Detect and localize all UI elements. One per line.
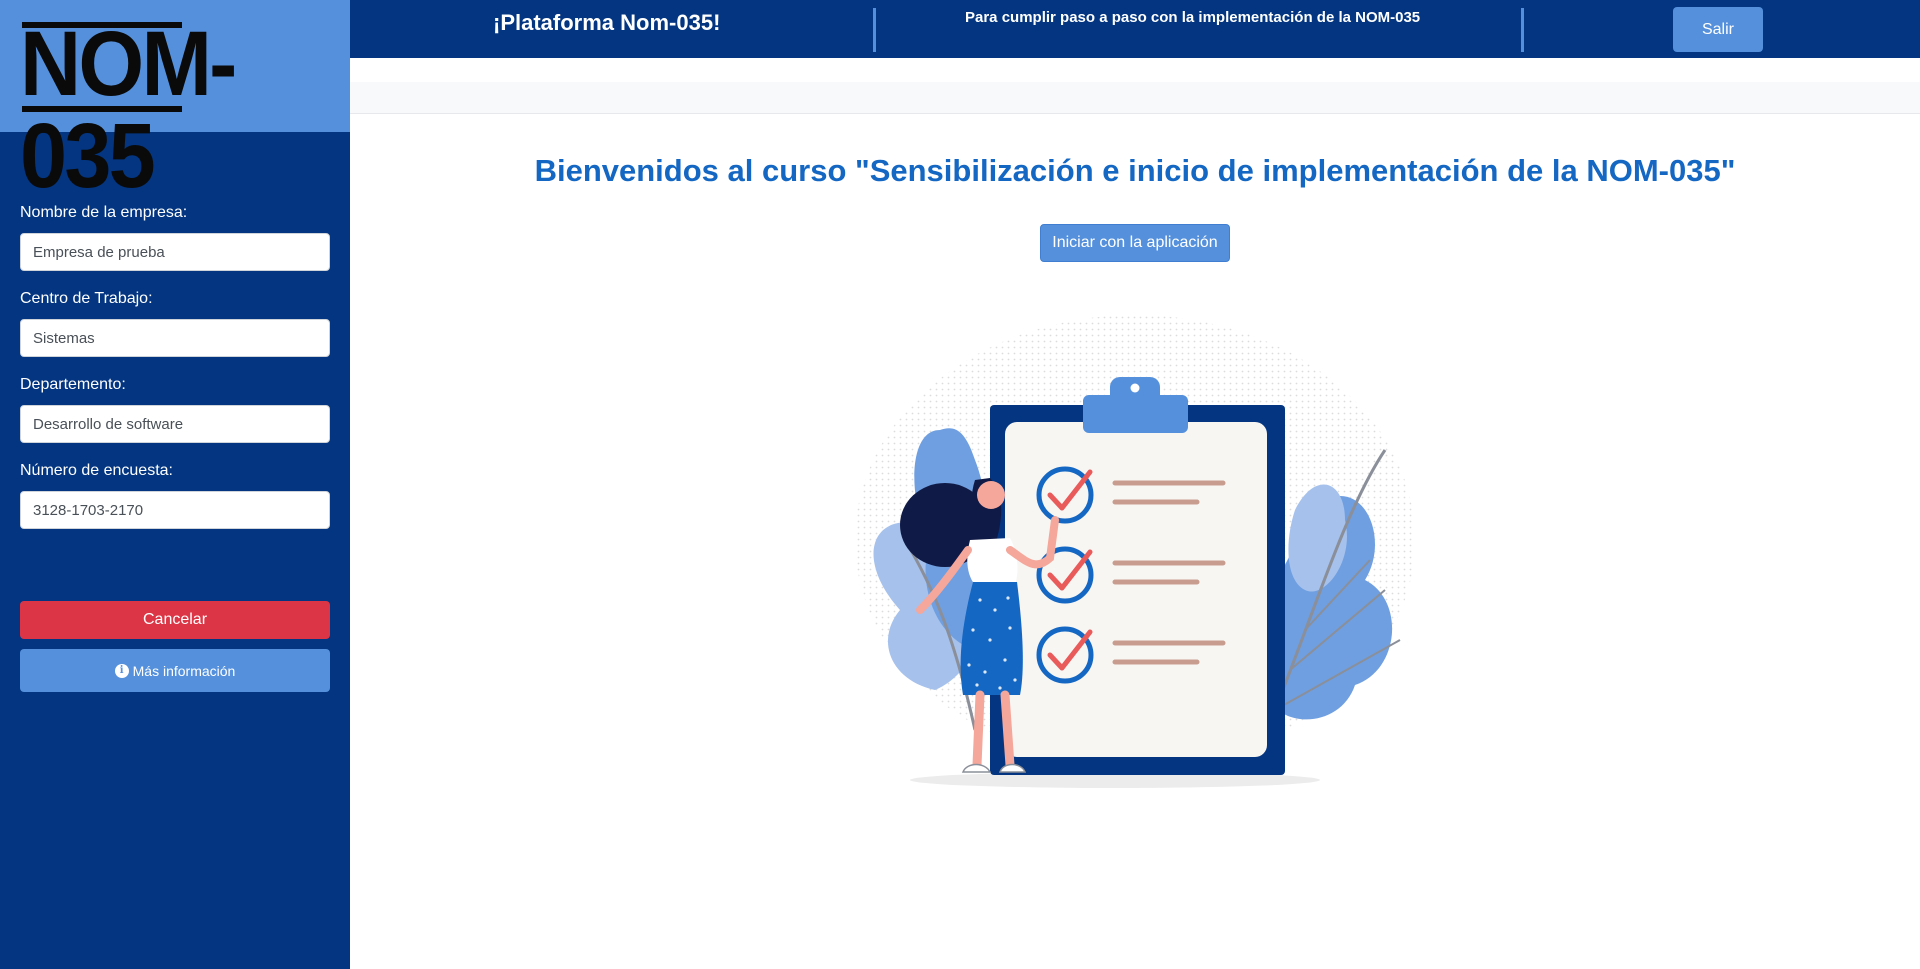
survey-number-field[interactable] bbox=[20, 491, 330, 529]
clip-hole bbox=[1130, 383, 1140, 393]
sidebar: NOM-035 Nombre de la empresa: Centro de … bbox=[0, 0, 350, 969]
logo-bar-bottom bbox=[22, 106, 182, 112]
company-name-field[interactable] bbox=[20, 233, 330, 271]
header-divider bbox=[1521, 8, 1524, 52]
company-name-label: Nombre de la empresa: bbox=[20, 204, 188, 221]
toolbar-strip bbox=[350, 82, 1920, 114]
welcome-heading: Bienvenidos al curso "Sensibilización e … bbox=[534, 153, 1736, 188]
top-header: ¡Plataforma Nom-035! Para cumplir paso a… bbox=[350, 0, 1920, 58]
department-field[interactable] bbox=[20, 405, 330, 443]
more-info-label: Más información bbox=[132, 662, 236, 679]
survey-number-label: Número de encuesta: bbox=[20, 462, 173, 479]
checklist-illustration bbox=[855, 315, 1415, 788]
work-center-field[interactable] bbox=[20, 319, 330, 357]
platform-subtitle: Para cumplir paso a paso con la implemen… bbox=[965, 9, 1421, 26]
exit-button[interactable]: Salir bbox=[1673, 7, 1763, 52]
cancel-button[interactable]: Cancelar bbox=[20, 601, 330, 639]
logo: NOM-035 bbox=[0, 0, 350, 202]
start-application-button[interactable]: Iniciar con la aplicación bbox=[1040, 224, 1230, 262]
header-divider bbox=[873, 8, 876, 52]
department-label: Departemento: bbox=[20, 376, 126, 393]
work-center-label: Centro de Trabajo: bbox=[20, 290, 153, 307]
info-circle-icon: i bbox=[114, 663, 129, 678]
app-root: NOM-035 Nombre de la empresa: Centro de … bbox=[0, 0, 1920, 969]
platform-title: ¡Plataforma Nom-035! bbox=[493, 10, 721, 35]
more-info-button[interactable]: i Más información bbox=[20, 649, 330, 692]
